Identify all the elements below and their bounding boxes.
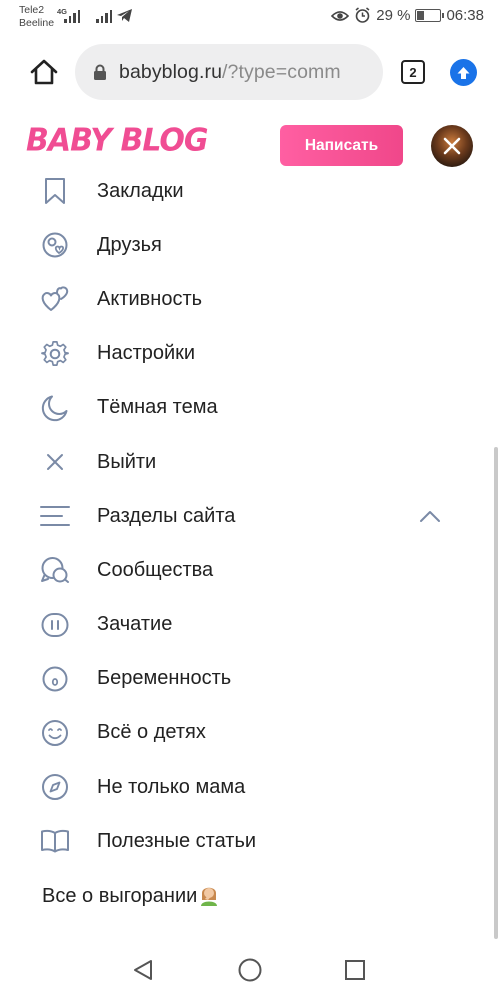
lock-icon (93, 64, 107, 81)
signal-2-icon (96, 9, 112, 23)
signal-1-icon (64, 9, 80, 23)
chat-bubbles-icon (40, 555, 70, 585)
menu-item-burnout-label: Все о выгорании (42, 884, 219, 908)
battery-icon (415, 9, 445, 22)
back-button[interactable] (129, 956, 157, 984)
chevron-up-icon[interactable] (418, 504, 442, 528)
battery-percent: 29 % (376, 7, 411, 24)
status-right: 29 % 06:38 (331, 7, 484, 24)
menu-item-label: Тёмная тема (97, 396, 218, 419)
url-text: babyblog.ru/?type=comm (119, 61, 341, 84)
menu-item-label: Всё о детях (97, 721, 206, 744)
hearts-icon (40, 284, 70, 314)
menu-item-site-sections[interactable]: Разделы сайта (0, 489, 480, 543)
close-icon (40, 447, 70, 477)
home-button[interactable] (26, 54, 62, 90)
url-path: /?type=comm (222, 60, 341, 83)
woman-facepalm-emoji (201, 887, 218, 906)
menu-item-label: Разделы сайта (97, 504, 236, 527)
scrollbar[interactable] (494, 447, 498, 939)
carrier-2: Beeline (19, 17, 55, 29)
alarm-icon (355, 7, 370, 23)
tab-switcher-button[interactable]: 2 (401, 60, 425, 84)
menu-item-friends[interactable]: Друзья (0, 218, 480, 272)
menu-item-not-only-mom[interactable]: Не только мама (0, 760, 480, 814)
eye-icon (331, 10, 350, 21)
menu-item-label: Сообщества (97, 558, 214, 581)
menu-item-activity[interactable]: Активность (0, 272, 480, 326)
menu-item-label: Не только мама (97, 775, 246, 798)
menu-item-logout[interactable]: Выйти (0, 435, 480, 489)
back-triangle-icon (134, 960, 152, 980)
menu-item-label: Активность (97, 287, 203, 310)
menu-item-settings[interactable]: Настройки (0, 327, 480, 381)
smile-icon (40, 718, 70, 748)
address-bar[interactable]: babyblog.ru/?type=comm (75, 44, 383, 100)
system-nav-bar (0, 940, 500, 1000)
update-button[interactable] (450, 59, 477, 86)
menu-item-label: Полезные статьи (97, 829, 257, 852)
tab-count: 2 (409, 64, 417, 80)
gear-icon (40, 339, 70, 369)
close-menu-button[interactable] (431, 125, 473, 167)
home-nav-button[interactable] (236, 956, 264, 984)
menu-item-label: Настройки (97, 342, 196, 365)
menu-item-label: Закладки (97, 179, 184, 202)
carrier-labels: Tele2 Beeline (19, 4, 54, 30)
side-menu: Закладки Друзья Активность Настройки Тём… (0, 164, 480, 923)
egg-icon (40, 664, 70, 694)
home-circle-icon (238, 958, 262, 982)
menu-item-label: Друзья (97, 233, 162, 256)
menu-item-children[interactable]: Всё о детях (0, 706, 480, 760)
telegram-icon (117, 9, 132, 22)
url-domain: babyblog.ru (119, 60, 223, 83)
menu-item-label: Все о выгорании (42, 884, 198, 907)
browser-toolbar: babyblog.ru/?type=comm 2 (0, 34, 500, 110)
menu-item-useful-articles[interactable]: Полезные статьи (0, 814, 480, 868)
menu-item-conception[interactable]: Зачатие (0, 598, 480, 652)
menu-item-label: Беременность (97, 667, 232, 690)
recents-button[interactable] (341, 956, 369, 984)
carrier-1: Tele2 (19, 4, 45, 16)
recents-square-icon (345, 960, 365, 980)
menu-item-dark-theme[interactable]: Тёмная тема (0, 381, 480, 435)
babyblog-logo[interactable]: BABY BLOG (26, 122, 209, 159)
bookmark-icon (40, 176, 70, 206)
menu-item-pregnancy[interactable]: Беременность (0, 652, 480, 706)
close-icon (443, 137, 461, 155)
menu-item-label: Зачатие (97, 613, 173, 636)
moon-icon (40, 393, 70, 423)
pause-circle-icon (40, 610, 70, 640)
write-button[interactable]: Написать (280, 125, 403, 166)
menu-lines-icon (40, 501, 70, 531)
status-bar: Tele2 Beeline 4G 29 % 06:38 (0, 0, 500, 34)
arrow-up-icon (457, 66, 470, 79)
menu-item-communities[interactable]: Сообщества (0, 543, 480, 597)
clock: 06:38 (446, 7, 484, 24)
menu-item-bookmarks[interactable]: Закладки (0, 164, 480, 218)
friends-icon (40, 230, 70, 260)
book-icon (40, 826, 70, 856)
menu-item-label: Выйти (97, 450, 157, 473)
compass-icon (40, 772, 70, 802)
menu-item-burnout[interactable]: Все о выгорании (0, 868, 480, 922)
home-icon (30, 59, 58, 85)
